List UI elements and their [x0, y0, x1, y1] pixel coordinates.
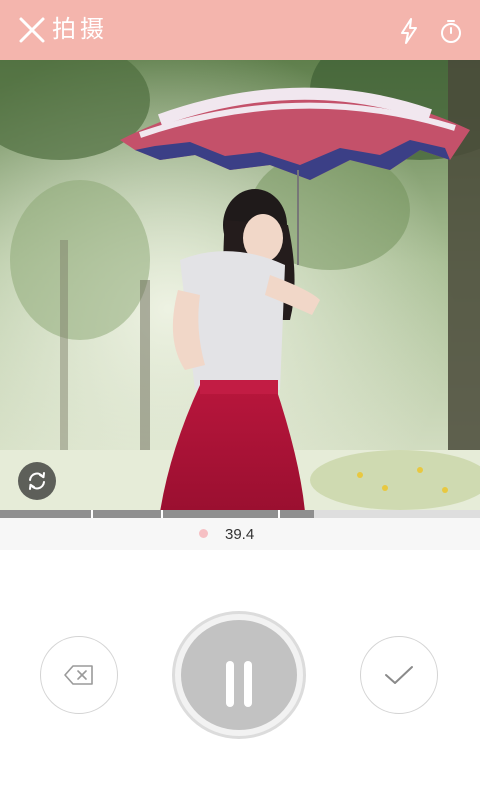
segment-marker [160, 510, 163, 518]
page-title: 拍摄 [52, 16, 108, 43]
record-button-core [181, 620, 297, 730]
flash-button[interactable] [398, 18, 420, 44]
camera-switch-icon [29, 472, 45, 490]
recording-time-bar: 39.4 [0, 518, 480, 550]
camera-preview[interactable] [0, 60, 480, 512]
backspace-icon [64, 665, 93, 685]
check-icon [385, 666, 413, 684]
confirm-button[interactable] [360, 636, 438, 714]
flash-icon [401, 18, 417, 44]
top-bar: 拍摄 [0, 0, 480, 60]
segment-marker [278, 510, 281, 518]
timer-button[interactable] [438, 18, 464, 44]
recording-progress-bar [0, 510, 480, 518]
close-icon [19, 17, 45, 43]
switch-camera-icon-wrap [18, 462, 56, 500]
recording-progress-fill [0, 510, 315, 518]
preview-photo [0, 60, 480, 512]
delete-segment-button[interactable] [40, 636, 118, 714]
recording-duration: 39.4 [225, 526, 255, 543]
switch-camera-button[interactable] [18, 462, 56, 500]
pause-icon-right-bar [244, 661, 252, 707]
close-button[interactable] [18, 16, 46, 44]
confirm-icon-wrap [361, 637, 437, 713]
segment-marker [91, 510, 94, 518]
record-pause-button[interactable] [172, 611, 306, 739]
timer-icon [441, 20, 461, 43]
pause-icon-left-bar [226, 661, 234, 707]
delete-icon-wrap [41, 637, 117, 713]
recording-indicator-dot [199, 529, 208, 538]
